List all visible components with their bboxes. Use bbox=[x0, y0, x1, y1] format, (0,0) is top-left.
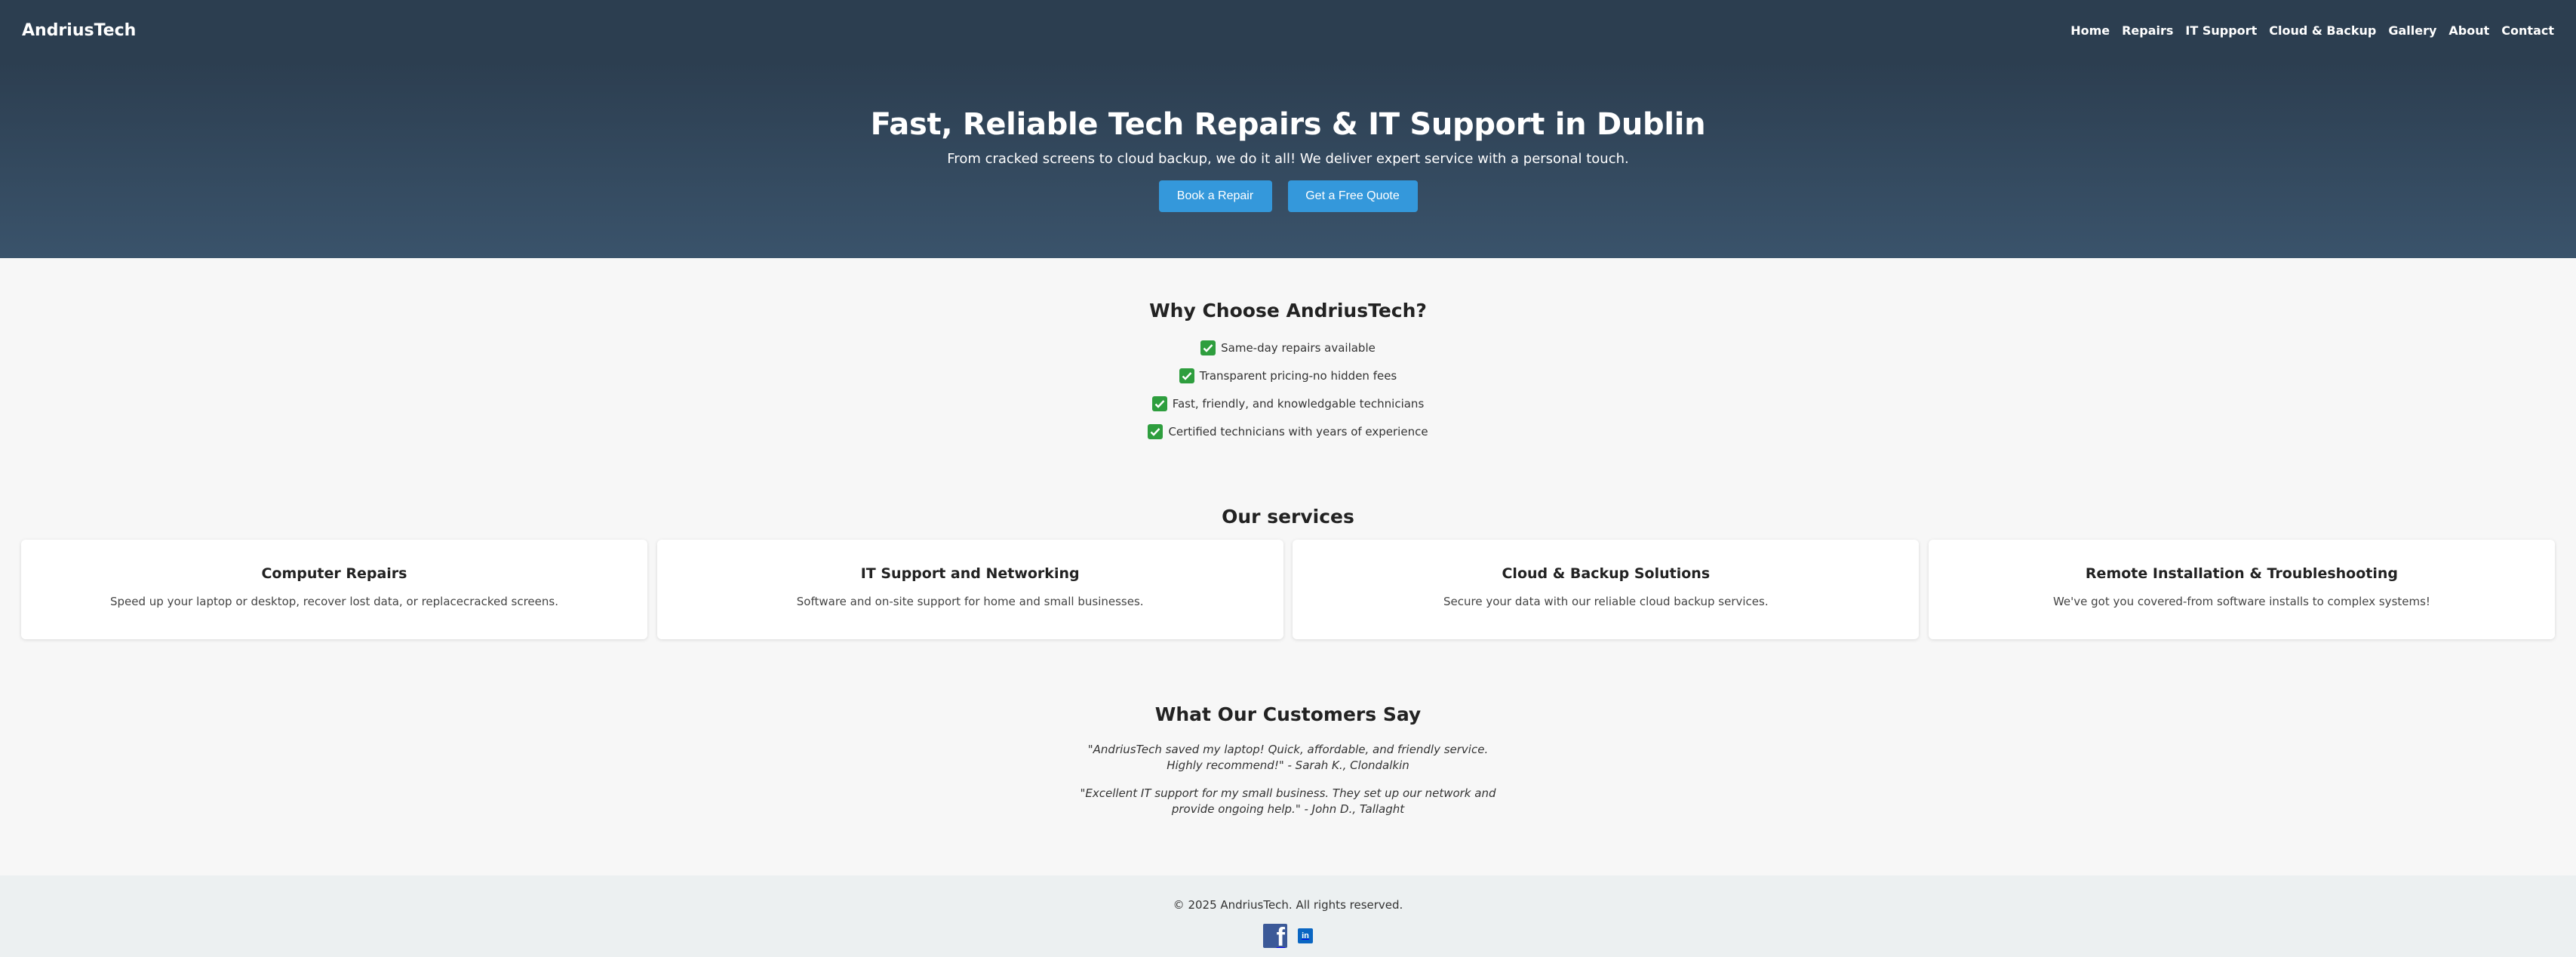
benefits-list: Same-day repairs available Transparent p… bbox=[1148, 334, 1428, 445]
nav-it-support[interactable]: IT Support bbox=[2185, 23, 2257, 38]
checkmark-icon bbox=[1179, 368, 1194, 383]
nav-contact[interactable]: Contact bbox=[2501, 23, 2554, 38]
nav-gallery[interactable]: Gallery bbox=[2388, 23, 2436, 38]
benefit-item: Transparent pricing-no hidden fees bbox=[1148, 362, 1428, 389]
benefit-text: Same-day repairs available bbox=[1221, 340, 1376, 355]
nav-about[interactable]: About bbox=[2448, 23, 2489, 38]
testimonials-section: What Our Customers Say "AndriusTech save… bbox=[0, 639, 2576, 817]
hero-subtitle: From cracked screens to cloud backup, we… bbox=[947, 151, 1629, 167]
benefit-text: Transparent pricing-no hidden fees bbox=[1199, 368, 1397, 383]
service-card-text: We've got you covered-from software inst… bbox=[2052, 595, 2430, 608]
benefit-text: Fast, friendly, and knowledgable technic… bbox=[1172, 396, 1425, 411]
nav-repairs[interactable]: Repairs bbox=[2122, 23, 2173, 38]
nav-cloud-backup[interactable]: Cloud & Backup bbox=[2269, 23, 2376, 38]
service-card-it-support: IT Support and Networking Software and o… bbox=[656, 540, 1283, 639]
benefit-item: Same-day repairs available bbox=[1148, 334, 1428, 362]
hero-buttons: Book a Repair Get a Free Quote bbox=[1158, 180, 1418, 212]
nav-home[interactable]: Home bbox=[2070, 23, 2110, 38]
testimonial-quote: "Excellent IT support for my small busin… bbox=[1080, 786, 1496, 816]
site-footer: © 2025 AndriusTech. All rights reserved.… bbox=[0, 875, 2576, 957]
social-links: f in bbox=[1263, 924, 1313, 948]
benefit-text: Certified technicians with years of expe… bbox=[1168, 424, 1428, 438]
service-card-title: Cloud & Backup Solutions bbox=[1502, 565, 1711, 582]
why-choose-section: Why Choose AndriusTech? Same-day repairs… bbox=[0, 258, 2576, 445]
testimonials-title: What Our Customers Say bbox=[1154, 703, 1422, 725]
service-card-text: Software and on-site support for home an… bbox=[796, 595, 1144, 608]
hero-title: Fast, Reliable Tech Repairs & IT Support… bbox=[870, 107, 1706, 142]
services-section: Our services Computer Repairs Speed up y… bbox=[0, 445, 2576, 639]
book-repair-button[interactable]: Book a Repair bbox=[1158, 180, 1272, 212]
copyright-text: © 2025 AndriusTech. All rights reserved. bbox=[1173, 898, 1403, 912]
service-card-cloud-backup: Cloud & Backup Solutions Secure your dat… bbox=[1293, 540, 1920, 639]
service-card-text: Speed up your laptop or desktop, recover… bbox=[110, 595, 558, 608]
service-cards: Computer Repairs Speed up your laptop or… bbox=[0, 540, 2576, 639]
facebook-icon[interactable]: f bbox=[1263, 924, 1287, 948]
facebook-glyph: f bbox=[1276, 924, 1285, 948]
checkmark-icon bbox=[1200, 340, 1216, 355]
linkedin-icon[interactable]: in bbox=[1298, 928, 1313, 943]
linkedin-glyph: in bbox=[1302, 931, 1309, 940]
why-title: Why Choose AndriusTech? bbox=[1149, 300, 1427, 322]
checkmark-icon bbox=[1151, 395, 1167, 411]
main-nav: Home Repairs IT Support Cloud & Backup G… bbox=[2058, 23, 2554, 38]
benefit-item: Fast, friendly, and knowledgable technic… bbox=[1148, 389, 1428, 417]
service-card-title: Remote Installation & Troubleshooting bbox=[2085, 565, 2398, 582]
service-card-computer-repairs: Computer Repairs Speed up your laptop or… bbox=[21, 540, 647, 639]
hero-section: Fast, Reliable Tech Repairs & IT Support… bbox=[0, 60, 2576, 258]
site-header: AndriusTech Home Repairs IT Support Clou… bbox=[0, 0, 2576, 60]
service-card-text: Secure your data with our reliable cloud… bbox=[1443, 595, 1769, 608]
services-title: Our services bbox=[1222, 506, 1354, 528]
service-card-title: IT Support and Networking bbox=[860, 565, 1080, 582]
service-card-title: Computer Repairs bbox=[261, 565, 407, 582]
checkmark-icon bbox=[1148, 423, 1164, 439]
free-quote-button[interactable]: Get a Free Quote bbox=[1287, 180, 1418, 212]
benefit-item: Certified technicians with years of expe… bbox=[1148, 417, 1428, 445]
brand-logo[interactable]: AndriusTech bbox=[22, 21, 136, 40]
service-card-remote-installation: Remote Installation & Troubleshooting We… bbox=[1928, 540, 2555, 639]
testimonial-quote: "AndriusTech saved my laptop! Quick, aff… bbox=[1087, 743, 1489, 772]
